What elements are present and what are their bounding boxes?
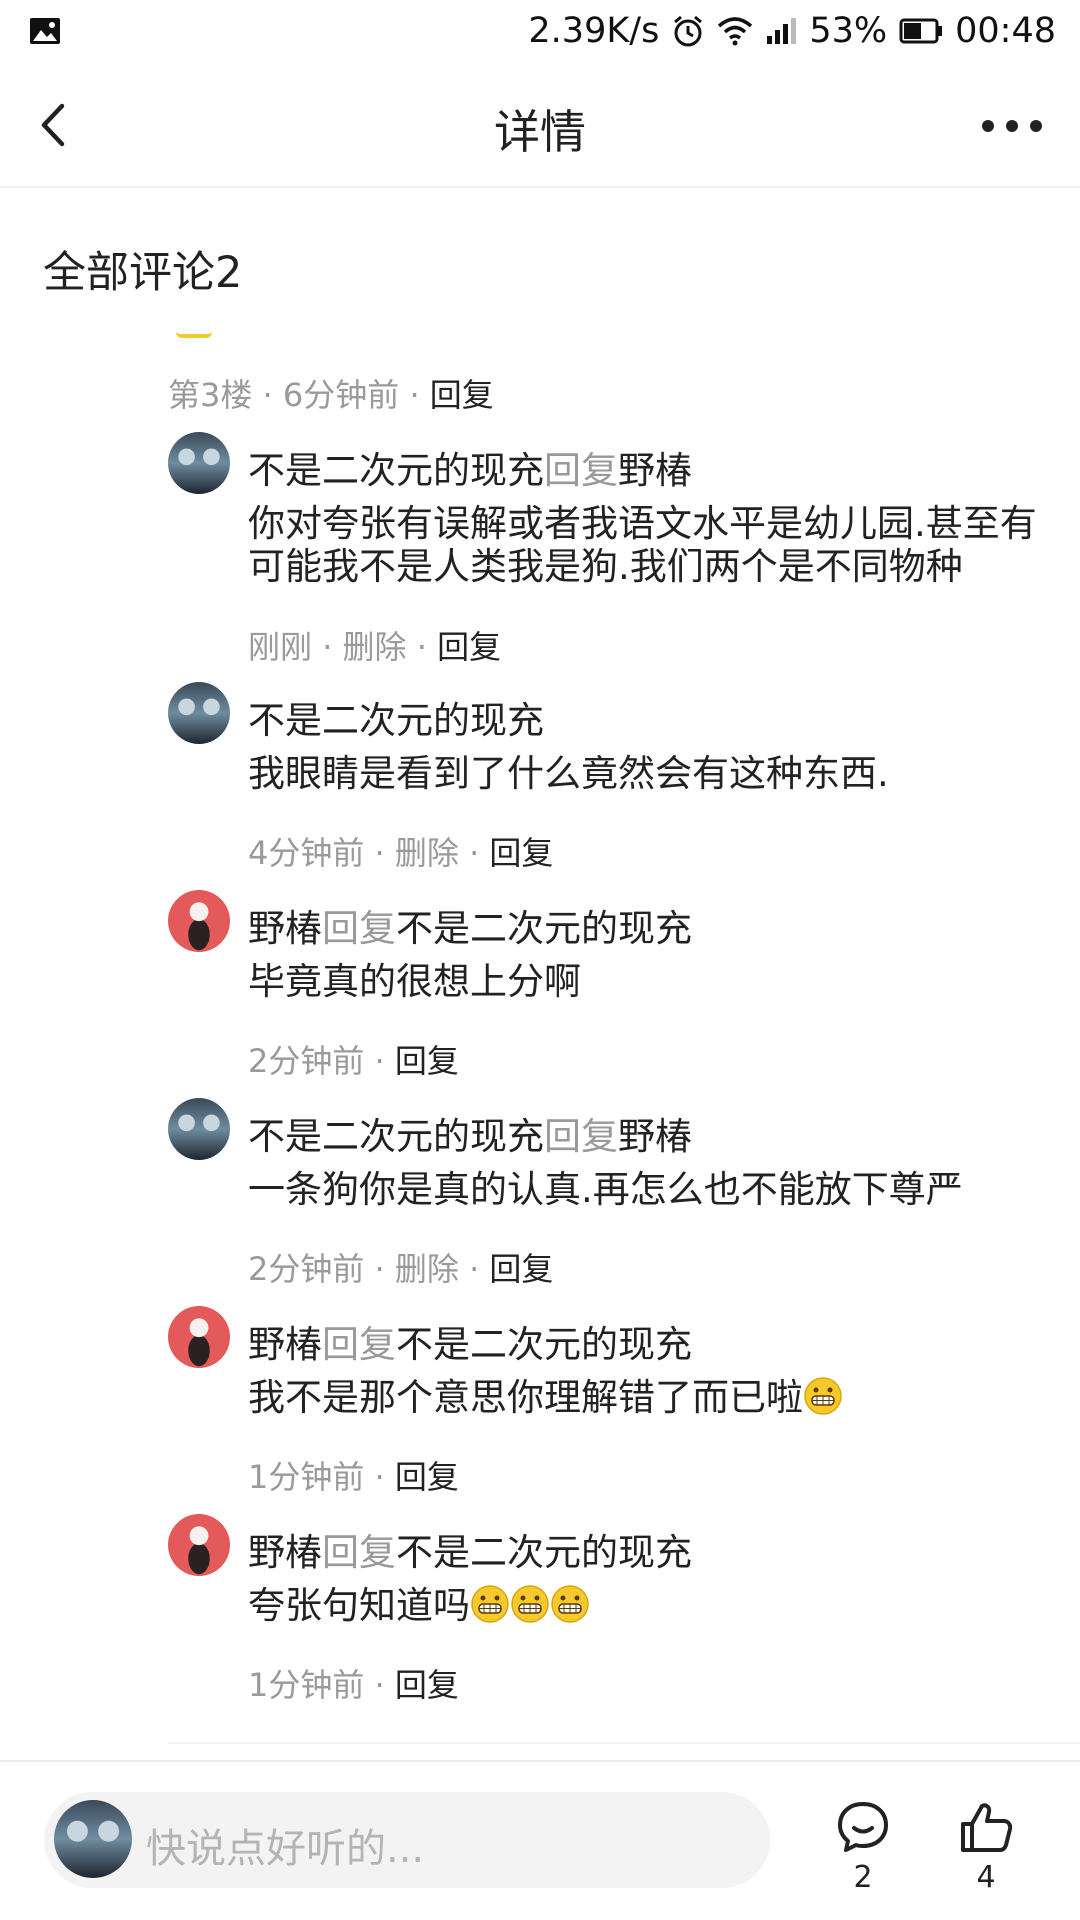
partial-emoji-fragment <box>176 332 212 338</box>
like-icon <box>961 1803 1013 1852</box>
reply-target[interactable]: 不是二次元的现充 <box>396 1323 692 1366</box>
grin-emoji-icon <box>551 1585 589 1623</box>
reply-item: 不是二次元的现充回复野椿 你对夸张有误解或者我语文水平是幼儿园.甚至有可能我不是… <box>168 432 1048 666</box>
reply-text: 毕竟真的很想上分啊 <box>248 960 581 1003</box>
reply-header: 野椿回复不是二次元的现充 <box>248 1522 692 1576</box>
reply-meta: 4分钟前 · 删除 · 回复 <box>248 834 554 872</box>
avatar[interactable] <box>168 432 230 494</box>
reply-header: 野椿回复不是二次元的现充 <box>248 1314 692 1368</box>
battery-icon <box>899 18 943 44</box>
alarm-icon <box>674 15 703 47</box>
reply-text: 我眼睛是看到了什么竟然会有这种东西. <box>248 752 889 795</box>
reply-text-row: 夸张句知道吗 <box>248 1584 1048 1627</box>
reply-button[interactable]: 回复 <box>489 834 553 872</box>
my-avatar <box>54 1800 132 1878</box>
floor-number: 第3楼 <box>168 376 253 414</box>
status-bar: 2.39K/s 53% 00:48 <box>0 0 1080 62</box>
grin-emoji-icon <box>804 1377 842 1415</box>
reply-author[interactable]: 野椿 <box>248 907 322 950</box>
grin-emoji-icon <box>471 1585 509 1623</box>
reply-word: 回复 <box>322 1323 396 1366</box>
all-comments-title: 全部评论2 <box>43 248 243 298</box>
floor-reply-button[interactable]: 回复 <box>430 376 494 414</box>
reply-item: 野椿回复不是二次元的现充 我不是那个意思你理解错了而已啦 1分钟前 · 回复 <box>168 1306 1048 1496</box>
reply-time: 2分钟前 <box>248 1250 365 1288</box>
reply-button[interactable]: 回复 <box>395 1666 459 1704</box>
delete-button[interactable]: 删除 <box>343 628 407 666</box>
comment-count: 2 <box>853 1860 873 1895</box>
reply-text: 我不是那个意思你理解错了而已啦 <box>248 1376 803 1419</box>
reply-target[interactable]: 不是二次元的现充 <box>396 907 692 950</box>
delete-button[interactable]: 删除 <box>395 834 459 872</box>
reply-author[interactable]: 野椿 <box>248 1531 322 1574</box>
reply-meta: 1分钟前 · 回复 <box>248 1458 459 1496</box>
delete-button[interactable]: 删除 <box>395 1250 459 1288</box>
floor-time: 6分钟前 <box>282 376 400 414</box>
reply-target[interactable]: 不是二次元的现充 <box>396 1531 692 1574</box>
reply-button[interactable]: 回复 <box>395 1458 459 1496</box>
battery-percent: 53% <box>809 11 888 51</box>
reply-meta: 刚刚 · 删除 · 回复 <box>248 628 502 666</box>
reply-time: 刚刚 <box>248 628 313 666</box>
reply-button[interactable]: 回复 <box>395 1042 459 1080</box>
image-icon <box>30 18 60 44</box>
avatar[interactable] <box>168 1098 230 1160</box>
avatar[interactable] <box>168 1306 230 1368</box>
reply-word: 回复 <box>544 449 618 492</box>
reply-time: 2分钟前 <box>248 1042 365 1080</box>
reply-header: 不是二次元的现充回复野椿 <box>248 1106 692 1160</box>
avatar[interactable] <box>168 1514 230 1576</box>
reply-text: 你对夸张有误解或者我语文水平是幼儿园.甚至有可能我不是人类我是狗.我们两个是不同… <box>248 502 1037 588</box>
clock: 00:48 <box>955 11 1056 51</box>
reply-button[interactable]: 回复 <box>437 628 501 666</box>
reply-meta: 2分钟前 · 删除 · 回复 <box>248 1250 554 1288</box>
reply-button[interactable]: 回复 <box>489 1250 553 1288</box>
reply-item: 野椿回复不是二次元的现充 夸张句知道吗 1分钟前 · 回复 <box>168 1514 1048 1704</box>
reply-target[interactable]: 野椿 <box>618 1115 692 1158</box>
reply-header: 不是二次元的现充回复野椿 <box>248 440 692 494</box>
reply-item: 不是二次元的现充回复野椿 一条狗你是真的认真.再怎么也不能放下尊严 2分钟前 ·… <box>168 1098 1048 1288</box>
list-divider <box>168 1742 1080 1744</box>
nav-bar: 详情 <box>0 62 1080 188</box>
reply-time: 1分钟前 <box>248 1666 365 1704</box>
reply-author[interactable]: 不是二次元的现充 <box>248 699 544 742</box>
comment-placeholder: 快说点好听的... <box>146 1826 425 1872</box>
avatar[interactable] <box>168 682 230 744</box>
network-speed: 2.39K/s <box>528 11 660 51</box>
comment-action[interactable]: 2 <box>818 1800 908 1895</box>
reply-word: 回复 <box>322 907 396 950</box>
floor-meta: 第3楼 · 6分钟前 · 回复 <box>168 376 494 414</box>
reply-header: 不是二次元的现充 <box>248 690 544 744</box>
wifi-icon <box>718 17 753 46</box>
reply-author[interactable]: 不是二次元的现充 <box>248 1115 544 1158</box>
reply-target[interactable]: 野椿 <box>618 449 692 492</box>
reply-text: 夸张句知道吗 <box>248 1584 470 1627</box>
like-count: 4 <box>976 1860 996 1895</box>
reply-author[interactable]: 不是二次元的现充 <box>248 449 544 492</box>
reply-time: 4分钟前 <box>248 834 365 872</box>
reply-meta: 1分钟前 · 回复 <box>248 1666 459 1704</box>
reply-text: 一条狗你是真的认真.再怎么也不能放下尊严 <box>248 1168 963 1211</box>
more-icon[interactable] <box>980 114 1044 138</box>
reply-text-row: 我不是那个意思你理解错了而已啦 <box>248 1376 1048 1419</box>
avatar[interactable] <box>168 890 230 952</box>
grin-emoji-icon <box>511 1585 549 1623</box>
reply-meta: 2分钟前 · 回复 <box>248 1042 459 1080</box>
bottom-bar: 快说点好听的... 2 4 <box>0 1760 1080 1920</box>
reply-author[interactable]: 野椿 <box>248 1323 322 1366</box>
reply-word: 回复 <box>322 1531 396 1574</box>
reply-time: 1分钟前 <box>248 1458 365 1496</box>
comment-icon <box>838 1802 888 1852</box>
page-title: 详情 <box>494 105 586 159</box>
reply-item: 不是二次元的现充 我眼睛是看到了什么竟然会有这种东西. 4分钟前 · 删除 · … <box>168 682 1048 872</box>
reply-word: 回复 <box>544 1115 618 1158</box>
signal-icon <box>767 18 797 44</box>
reply-header: 野椿回复不是二次元的现充 <box>248 898 692 952</box>
like-action[interactable]: 4 <box>941 1800 1031 1895</box>
comment-input[interactable]: 快说点好听的... <box>44 1792 770 1888</box>
reply-item: 野椿回复不是二次元的现充 毕竟真的很想上分啊 2分钟前 · 回复 <box>168 890 1048 1080</box>
